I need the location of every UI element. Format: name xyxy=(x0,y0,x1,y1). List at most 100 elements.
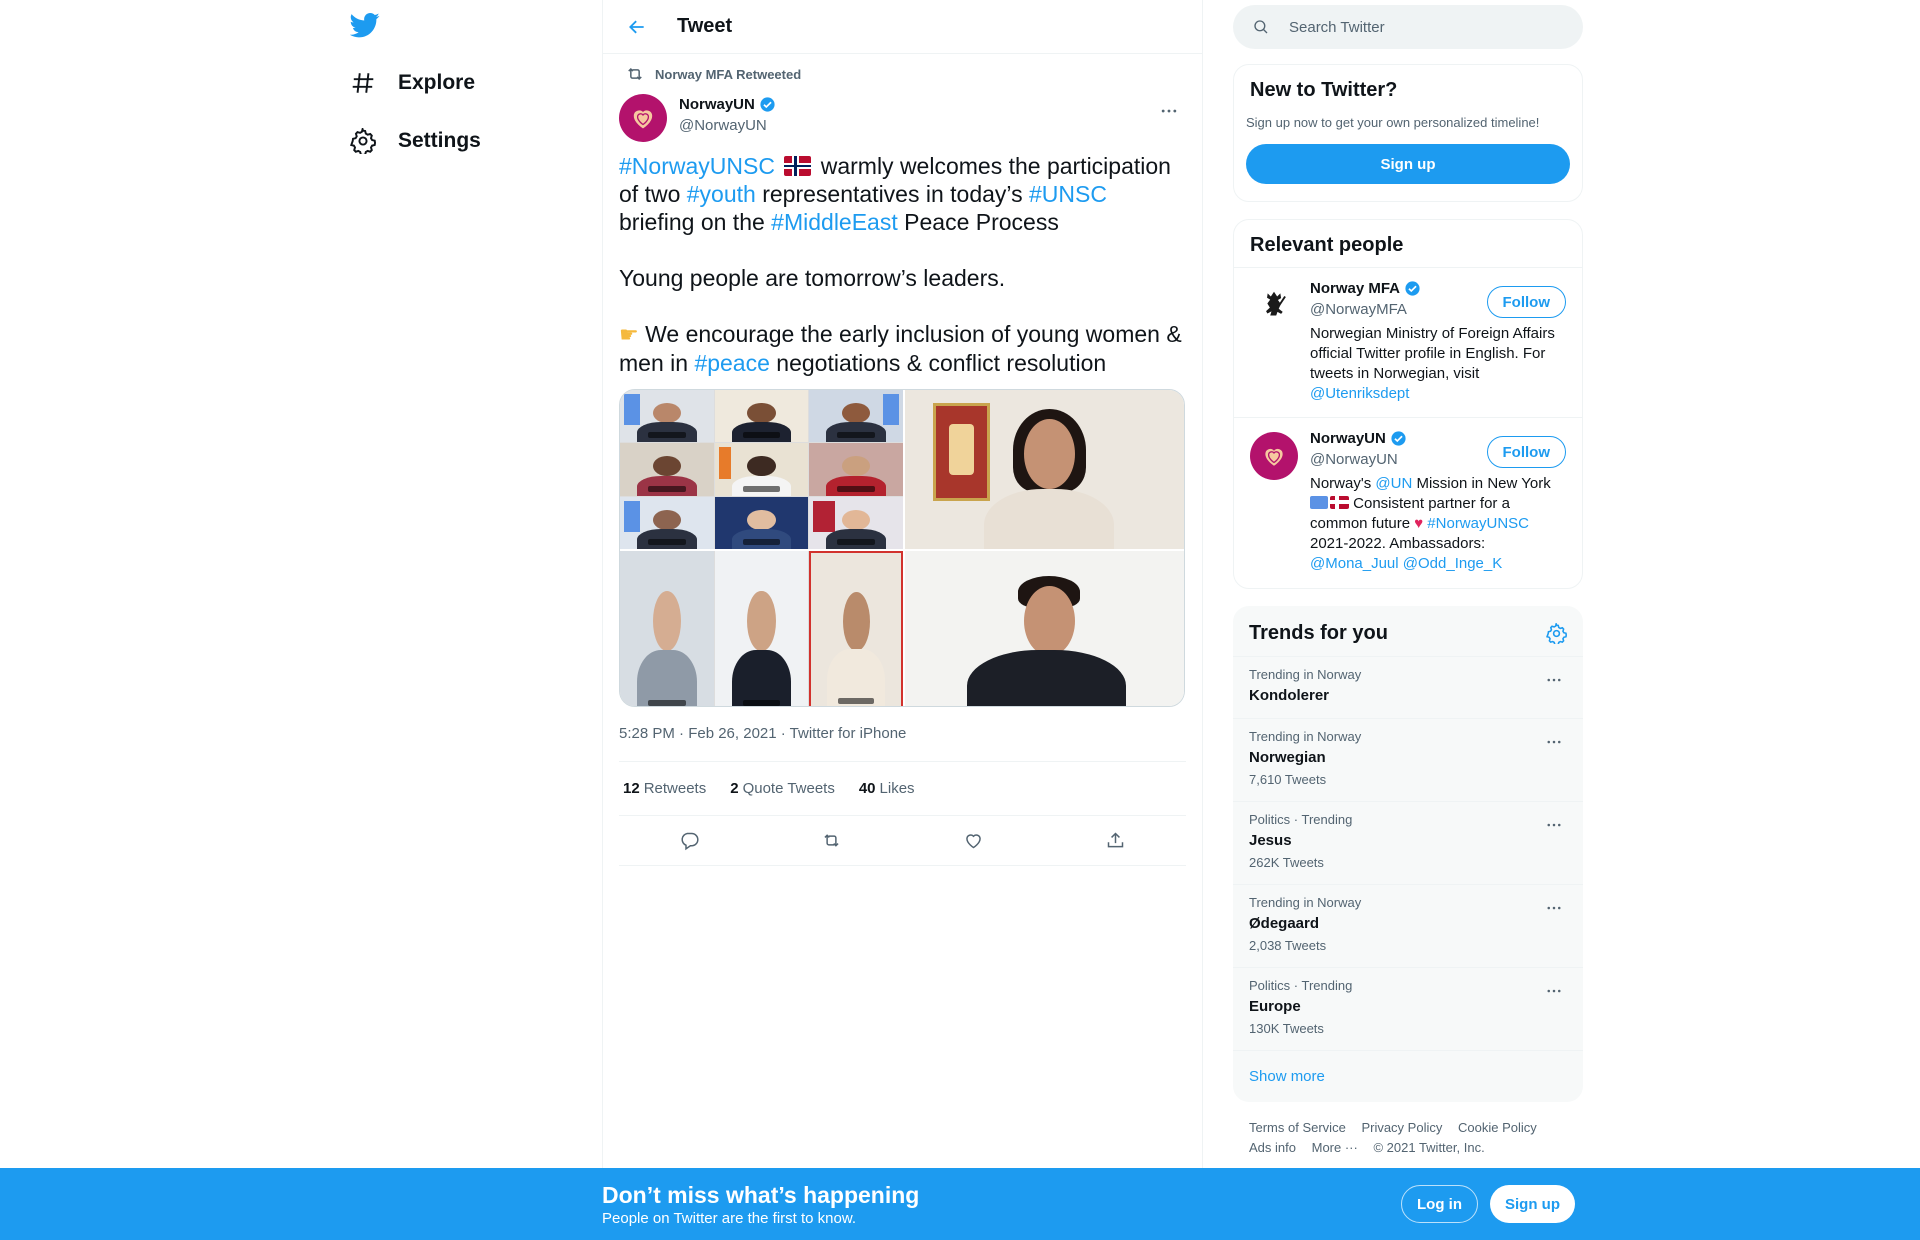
quote-tweets-stat[interactable]: 2 Quote Tweets xyxy=(730,780,835,797)
trends-title: Trends for you xyxy=(1249,621,1388,644)
trend-item[interactable]: Politics · Trending Jesus 262K Tweets xyxy=(1233,801,1583,884)
gear-icon[interactable] xyxy=(1546,622,1567,644)
norway-mfa-avatar[interactable] xyxy=(1250,282,1298,330)
retweet-button[interactable] xyxy=(814,823,850,859)
twitter-bird-icon[interactable] xyxy=(349,10,384,44)
likes-label: Likes xyxy=(879,780,915,797)
media-photo-speaker-man[interactable] xyxy=(905,551,1184,706)
author-name[interactable]: NorwayUN xyxy=(679,96,776,113)
follow-button[interactable]: Follow xyxy=(1486,286,1566,318)
trend-more-button[interactable] xyxy=(1541,729,1567,755)
tweet: Norway MFA Retweeted NorwayUN @NorwayUN xyxy=(603,54,1202,866)
trend-more-button[interactable] xyxy=(1541,978,1567,1004)
tweet-more-button[interactable] xyxy=(1152,94,1186,128)
author-name-text: NorwayUN xyxy=(679,96,755,113)
author-handle[interactable]: @NorwayUN xyxy=(679,117,776,134)
trend-context: Trending in Norway xyxy=(1249,667,1362,682)
nav-settings-label: Settings xyxy=(398,129,481,152)
trend-count: 130K Tweets xyxy=(1249,1021,1324,1036)
tweet-media-grid[interactable] xyxy=(619,389,1185,707)
trend-item[interactable]: Politics · Trending Europe 130K Tweets xyxy=(1233,967,1583,1050)
trend-context: Politics · Trending xyxy=(1249,978,1353,993)
like-button[interactable] xyxy=(955,823,991,859)
hashtag-norwayunsc[interactable]: #NorwayUNSC xyxy=(619,153,775,179)
media-photo-grid-continued[interactable] xyxy=(620,551,903,706)
trend-more-button[interactable] xyxy=(1541,667,1567,693)
login-button[interactable]: Log in xyxy=(1401,1185,1478,1223)
quote-tweets-label: Quote Tweets xyxy=(742,780,835,797)
trend-name: Ødegaard xyxy=(1249,915,1320,932)
more-link[interactable]: More ··· xyxy=(1312,1140,1358,1155)
sidebar-signup-button[interactable]: Sign up xyxy=(1246,144,1570,184)
person-norwayun[interactable]: NorwayUN @NorwayUN Norway's @UN Mission … xyxy=(1234,418,1582,588)
mention-mona-juul[interactable]: @Mona_Juul xyxy=(1310,555,1399,572)
likes-count: 40 xyxy=(858,780,876,797)
more-dots-icon xyxy=(1547,823,1561,827)
heart-logo-icon xyxy=(633,110,653,129)
privacy-link[interactable]: Privacy Policy xyxy=(1361,1120,1442,1135)
back-button[interactable] xyxy=(619,9,655,45)
cookie-link[interactable]: Cookie Policy xyxy=(1458,1120,1537,1135)
trend-context: Trending in Norway xyxy=(1249,895,1362,910)
trend-name: Norwegian xyxy=(1249,749,1326,766)
hashtag-norwayunsc[interactable]: #NorwayUNSC xyxy=(1427,515,1529,532)
trend-more-button[interactable] xyxy=(1541,812,1567,838)
mention-odd-inge-k[interactable]: @Odd_Inge_K xyxy=(1403,555,1502,572)
media-photo-video-call-grid[interactable] xyxy=(620,390,903,549)
follow-button[interactable]: Follow xyxy=(1486,436,1566,468)
trend-item[interactable]: Trending in Norway Ødegaard 2,038 Tweets xyxy=(1233,884,1583,967)
trend-item[interactable]: Trending in Norway Kondolerer xyxy=(1233,656,1583,718)
terms-link[interactable]: Terms of Service xyxy=(1249,1120,1346,1135)
search-input[interactable] xyxy=(1289,18,1549,36)
signup-button[interactable]: Sign up xyxy=(1490,1185,1575,1223)
tweet-text-segment: negotiations & conflict resolution xyxy=(769,350,1107,376)
arrow-left-icon xyxy=(629,20,644,33)
pointing-hand-icon: ☛ xyxy=(619,322,639,347)
retweet-context[interactable]: Norway MFA Retweeted xyxy=(619,54,1186,94)
bottom-signup-bar: Don’t miss what’s happening People on Tw… xyxy=(0,1168,1920,1240)
more-dots-icon xyxy=(1547,906,1561,910)
tweet-actions xyxy=(619,816,1186,866)
reply-button[interactable] xyxy=(672,823,708,859)
hashtag-youth[interactable]: #youth xyxy=(687,181,756,207)
search-bar[interactable] xyxy=(1233,5,1583,49)
retweet-icon xyxy=(824,834,839,847)
norwegian-lion-coat-of-arms-icon xyxy=(1266,291,1286,316)
verified-badge-icon xyxy=(760,97,775,112)
likes-stat[interactable]: 40 Likes xyxy=(859,780,915,797)
tweet-text-paragraph: Young people are tomorrow’s leaders. xyxy=(619,265,1006,291)
share-button[interactable] xyxy=(1097,823,1133,859)
tweet-text-segment: representatives in today’s xyxy=(755,181,1029,207)
tweet-stats: 12 Retweets 2 Quote Tweets 40 Likes xyxy=(619,762,1186,816)
author-avatar[interactable] xyxy=(619,94,667,142)
verified-badge-icon xyxy=(1405,281,1420,296)
bottom-bar-subtitle: People on Twitter are the first to know. xyxy=(602,1210,857,1227)
nav-settings[interactable]: Settings xyxy=(348,115,481,167)
norway-flag-icon xyxy=(1330,496,1349,509)
norwayun-avatar[interactable] xyxy=(1250,432,1298,480)
trend-item[interactable]: Trending in Norway Norwegian 7,610 Tweet… xyxy=(1233,718,1583,801)
tweet-timestamp[interactable]: 5:28 PM · Feb 26, 2021 · Twitter for iPh… xyxy=(619,725,1186,762)
trend-more-button[interactable] xyxy=(1541,895,1567,921)
right-sidebar: New to Twitter? Sign up now to get your … xyxy=(1233,0,1583,1158)
more-dots-icon xyxy=(1547,989,1561,993)
tweet-text-segment: Peace Process xyxy=(897,209,1059,235)
trend-name: Jesus xyxy=(1249,832,1292,849)
person-bio-text: Mission in New York xyxy=(1412,475,1551,492)
media-photo-speaker-woman[interactable] xyxy=(905,390,1184,549)
new-to-twitter-title: New to Twitter? xyxy=(1250,79,1398,101)
person-norway-mfa[interactable]: Norway MFA @NorwayMFA Norwegian Ministry… xyxy=(1234,268,1582,418)
ads-info-link[interactable]: Ads info xyxy=(1249,1140,1296,1155)
footer-links: Terms of Service Privacy Policy Cookie P… xyxy=(1233,1118,1583,1158)
mention-un[interactable]: @UN xyxy=(1375,475,1412,492)
nav-explore-label: Explore xyxy=(398,71,476,94)
show-more-link[interactable]: Show more xyxy=(1233,1050,1583,1102)
norway-flag-icon xyxy=(784,156,812,176)
nav-explore[interactable]: Explore xyxy=(348,57,475,109)
hashtag-middleeast[interactable]: #MiddleEast xyxy=(771,209,898,235)
hashtag-peace[interactable]: #peace xyxy=(694,350,769,376)
retweets-stat[interactable]: 12 Retweets xyxy=(623,780,706,797)
hashtag-unsc[interactable]: #UNSC xyxy=(1029,181,1107,207)
trend-count: 262K Tweets xyxy=(1249,855,1324,870)
mention-utenriksdept[interactable]: @Utenriksdept xyxy=(1310,385,1409,402)
